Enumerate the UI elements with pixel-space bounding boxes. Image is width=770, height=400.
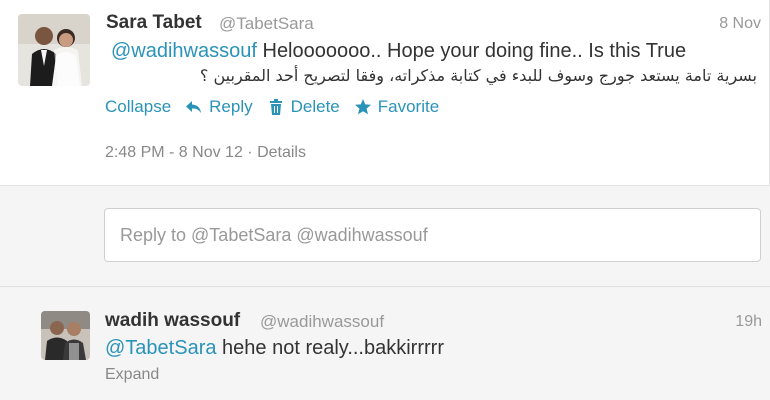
- avatar[interactable]: [41, 311, 90, 360]
- tweet-meta: 2:48 PM - 8 Nov 12 · Details: [105, 144, 306, 162]
- favorite-label: Favorite: [377, 97, 440, 116]
- reply-button[interactable]: Reply: [185, 97, 253, 117]
- expanded-tweet: Sara Tabet @TabetSara 8 Nov @wadihwassou…: [0, 0, 770, 186]
- reply-label: Reply: [209, 97, 253, 116]
- delete-label: Delete: [290, 97, 340, 116]
- author-name[interactable]: wadih wassouf: [105, 310, 240, 332]
- star-icon: [354, 99, 371, 115]
- details-link[interactable]: Details: [257, 144, 306, 161]
- author-name[interactable]: Sara Tabet: [106, 12, 202, 34]
- author-handle[interactable]: @wadihwassouf: [260, 312, 384, 332]
- tweet-text-body: hehe not realy...bakkirrrrr: [216, 337, 444, 359]
- mention-link[interactable]: @wadihwassouf: [111, 40, 257, 62]
- trash-icon: [269, 99, 282, 115]
- collapse-button[interactable]: Collapse: [105, 97, 171, 117]
- tweet-text-body: Helooooooo.. Hope your doing fine.. Is t…: [256, 40, 687, 62]
- avatar[interactable]: [18, 14, 90, 86]
- tweet-actions: Collapse Reply Delete Favorite: [105, 97, 453, 117]
- reply-area: Reply to @TabetSara @wadihwassouf: [0, 187, 770, 287]
- mention-link[interactable]: @TabetSara: [105, 337, 216, 359]
- tweet-timestamp[interactable]: 2:48 PM - 8 Nov 12: [105, 144, 243, 161]
- reply-arrow-icon: [186, 101, 202, 113]
- reply-input[interactable]: Reply to @TabetSara @wadihwassouf: [104, 208, 761, 262]
- delete-button[interactable]: Delete: [267, 97, 340, 117]
- expand-link[interactable]: Expand: [105, 366, 159, 384]
- favorite-button[interactable]: Favorite: [354, 97, 439, 117]
- collapse-label: Collapse: [105, 97, 172, 116]
- tweet-text: @TabetSara hehe not realy...bakkirrrrr: [105, 337, 444, 360]
- tweet-text: @wadihwassouf Helooooooo.. Hope your doi…: [111, 40, 686, 63]
- author-handle[interactable]: @TabetSara: [219, 14, 314, 34]
- tweet-text-arabic: بسرية تامة يستعد جورج وسوف للبدء في كتاب…: [199, 66, 757, 85]
- tweet-time[interactable]: 19h: [735, 313, 762, 331]
- meta-separator: ·: [242, 144, 258, 161]
- tweet-date[interactable]: 8 Nov: [719, 15, 761, 33]
